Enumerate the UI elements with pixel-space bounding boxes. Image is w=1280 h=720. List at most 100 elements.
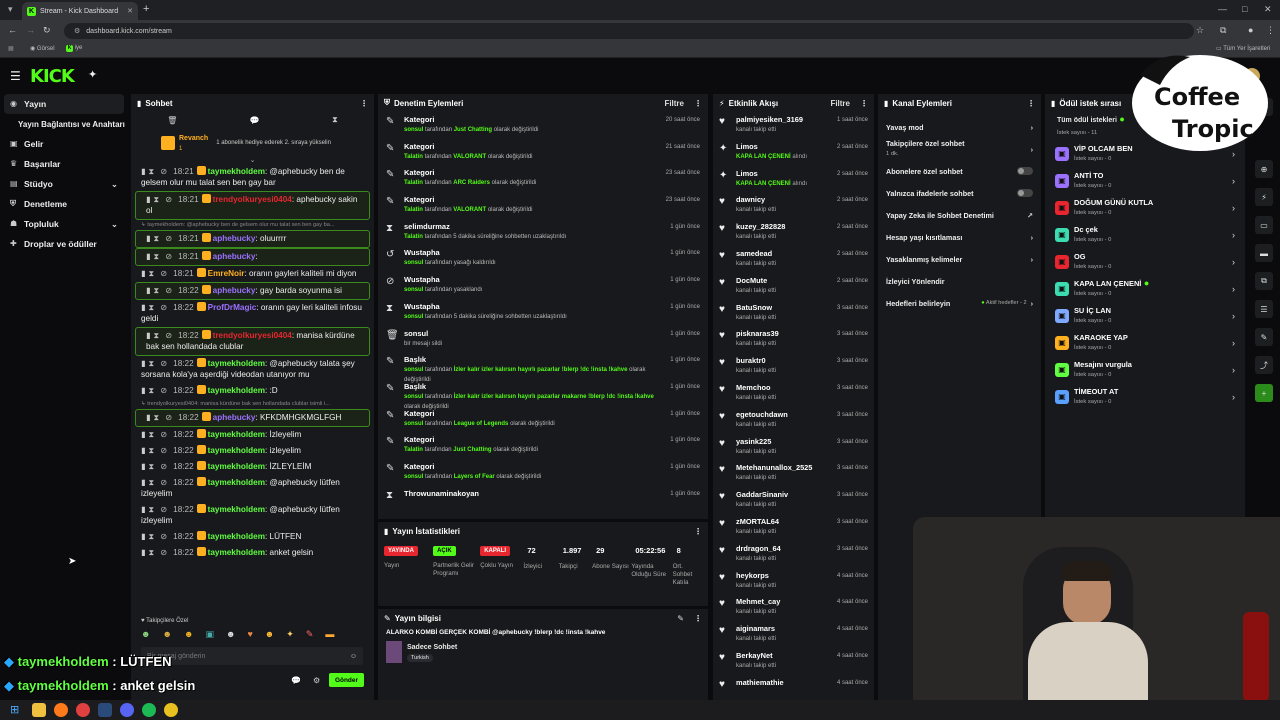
sidebar-item-studyo[interactable]: ▤ Stüdyo ⌄: [0, 174, 128, 194]
reply-preview[interactable]: ↳ taymekholdem: @aphebucky ben de gelsem…: [131, 220, 374, 230]
chat-input[interactable]: Bir mesaj gönderin ☺: [141, 647, 363, 665]
reply-preview[interactable]: ↳ trendyolkuryesi0404: manisa kürdüne ba…: [131, 399, 374, 409]
tab-menu-icon[interactable]: ▾: [8, 4, 13, 15]
more-options-icon[interactable]: ⋮: [694, 527, 702, 536]
chat-username[interactable]: ProfDrMagic: [208, 303, 257, 312]
extensions-icon[interactable]: ⧉: [1220, 25, 1226, 36]
trash-icon[interactable]: 🗑: [167, 116, 177, 125]
reward-item[interactable]: ▣ Dc çek İstek sayısı - 0 ›: [1045, 221, 1245, 248]
reward-item[interactable]: ▣ KAPA LAN ÇENENİ ● İstek sayısı - 0 ›: [1045, 275, 1245, 302]
channel-action-item[interactable]: Abonelere özel sohbet: [878, 160, 1041, 182]
chat-username[interactable]: taymekholdem: [208, 386, 265, 395]
chat-message[interactable]: ▮ ⧗ ⊘ 18:21 aphebucky: oluurrrr: [135, 230, 370, 248]
filter-button[interactable]: Filtre: [664, 99, 684, 108]
chat-message[interactable]: ▮ ⧗ ⊘ 18:22 aphebucky: KFKDMHGKMGLFGH: [135, 409, 370, 427]
link-icon[interactable]: ⧉: [1255, 272, 1273, 290]
chat-username[interactable]: taymekholdem: [208, 478, 265, 487]
channel-action-item[interactable]: Yalnızca ifadelerle sohbet: [878, 182, 1041, 204]
sidebar-item-stream-key[interactable]: Yayın Bağlantısı ve Anahtarı: [0, 114, 128, 134]
profile-icon[interactable]: ●: [1248, 25, 1253, 35]
close-window-icon[interactable]: ✕: [1264, 4, 1272, 15]
more-options-icon[interactable]: ⋮: [694, 99, 702, 108]
more-options-icon[interactable]: ⋮: [694, 614, 702, 623]
chat-username[interactable]: aphebucky: [213, 252, 256, 261]
url-field[interactable]: ⚙ dashboard.kick.com/stream: [64, 23, 1194, 39]
chat-username[interactable]: taymekholdem: [208, 505, 265, 514]
windows-start-icon[interactable]: ⊞: [10, 703, 24, 717]
chat-message[interactable]: ▮ ⧗ ⊘ 18:22 taymekholdem: :D: [131, 383, 374, 399]
edit-icon[interactable]: ✎: [677, 614, 684, 623]
chat-message[interactable]: ▮ ⧗ ⊘ 18:22 trendyolkuryesi0404: manisa kürd…: [135, 327, 370, 356]
chat-message[interactable]: ▮ ⧗ ⊘ 18:22 taymekholdem: İzleyelim: [131, 427, 374, 443]
chat-username[interactable]: taymekholdem: [208, 532, 265, 541]
kick-logo[interactable]: KICK: [30, 66, 75, 87]
sidebar-item-gelir[interactable]: ▣ Gelir: [0, 134, 128, 154]
crosshair-icon[interactable]: ⊕: [1255, 160, 1273, 178]
sidebar-item-denetleme[interactable]: ⛨ Denetleme: [0, 194, 128, 214]
channel-action-item[interactable]: Yasaklanmış kelimeler ›: [878, 248, 1041, 270]
chat-username[interactable]: taymekholdem: [208, 446, 265, 455]
reward-item[interactable]: ▣ DOĞUM GÜNÜ KUTLA İstek sayısı - 0 ›: [1045, 194, 1245, 221]
hamburger-menu-icon[interactable]: ☰: [10, 69, 21, 83]
wrench-icon[interactable]: ✎: [1255, 328, 1273, 346]
spotify-icon[interactable]: [142, 703, 156, 717]
chat-message[interactable]: ▮ ⧗ ⊘ 18:21 aphebucky:: [135, 248, 370, 266]
reward-item[interactable]: ▣ OG İstek sayısı - 0 ›: [1045, 248, 1245, 275]
more-options-icon[interactable]: ⋮: [360, 99, 368, 108]
chat-message[interactable]: ▮ ⧗ ⊘ 18:22 taymekholdem: @aphebucky lütfen …: [131, 502, 374, 529]
browser-menu-icon[interactable]: ⋮: [1266, 25, 1275, 36]
chat-username[interactable]: EmreNoir: [208, 269, 245, 278]
chat-username[interactable]: taymekholdem: [208, 462, 265, 471]
toggle-switch[interactable]: [1017, 189, 1033, 197]
emoji-icon[interactable]: ☺: [350, 653, 357, 660]
channel-action-item[interactable]: Takipçilere özel sohbet 1 dk. ›: [878, 138, 1041, 160]
chat-username[interactable]: trendyolkuryesi0404: [213, 195, 292, 204]
more-options-icon[interactable]: ⋮: [1027, 99, 1035, 108]
chat-username[interactable]: aphebucky: [213, 286, 256, 295]
chat-message[interactable]: ▮ ⧗ ⊘ 18:22 taymekholdem: @aphebucky talata …: [131, 356, 374, 383]
maximize-icon[interactable]: □: [1242, 4, 1247, 14]
tools-icon[interactable]: ✦: [88, 68, 97, 81]
chat-username[interactable]: aphebucky: [213, 234, 256, 243]
steam-icon[interactable]: [98, 703, 112, 717]
chat-message[interactable]: ▮ ⧗ ⊘ 18:21 trendyolkuryesi0404: aphebucky s…: [135, 191, 370, 220]
channel-action-item[interactable]: İzleyici Yönlendir: [878, 270, 1041, 292]
chat-message[interactable]: ▮ ⧗ ⊘ 18:22 taymekholdem: anket gelsin: [131, 545, 374, 561]
reward-item[interactable]: ▣ Mesajını vurgula İstek sayısı - 0 ›: [1045, 356, 1245, 383]
file-explorer-icon[interactable]: [32, 703, 46, 717]
apps-icon[interactable]: ▦: [8, 45, 14, 52]
chat-message[interactable]: ▮ ⧗ ⊘ 18:21 EmreNoir: oranın gayleri kalitel…: [131, 266, 374, 282]
card-icon[interactable]: ▭: [1255, 216, 1273, 234]
toggle-switch[interactable]: [1017, 167, 1033, 175]
sidebar-item-yayin[interactable]: ◉ Yayın: [4, 94, 124, 114]
chat-message[interactable]: ▮ ⧗ ⊘ 18:21 taymekholdem: @aphebucky ben de …: [131, 164, 374, 191]
forward-icon[interactable]: →: [26, 25, 35, 35]
site-info-icon[interactable]: ⚙: [74, 27, 80, 35]
reward-item[interactable]: ▣ KARAOKE YAP İstek sayısı - 0 ›: [1045, 329, 1245, 356]
sidebar-item-topluluk[interactable]: ☗ Topluluk ⌄: [0, 214, 128, 234]
minimize-icon[interactable]: —: [1218, 4, 1227, 14]
chat-message[interactable]: ▮ ⧗ ⊘ 18:22 taymekholdem: LÜTFEN: [131, 529, 374, 545]
chat-username[interactable]: aphebucky: [213, 413, 256, 422]
chat-username[interactable]: taymekholdem: [208, 359, 265, 368]
app-icon[interactable]: [76, 703, 90, 717]
share-icon[interactable]: ⤴: [1255, 356, 1273, 374]
gear-icon[interactable]: ⚙: [313, 676, 320, 685]
chat-settings-icon[interactable]: 💬: [291, 676, 301, 685]
send-button[interactable]: Gönder: [329, 673, 364, 687]
chrome-icon[interactable]: [164, 703, 178, 717]
channel-action-item[interactable]: Yavaş mod ›: [878, 116, 1041, 138]
reward-item[interactable]: ▣ TİMEOUT AT İstek sayısı - 0 ›: [1045, 383, 1245, 410]
lightning-icon[interactable]: ⚡: [1255, 188, 1273, 206]
bookmark-kick[interactable]: K iye: [66, 45, 82, 52]
filter-button[interactable]: Filtre: [830, 99, 850, 108]
new-tab-icon[interactable]: +: [143, 3, 149, 15]
browser-tab[interactable]: K Stream - Kick Dashboard ✕: [22, 2, 138, 20]
chat-message[interactable]: ▮ ⧗ ⊘ 18:22 taymekholdem: İZLEYLEİM: [131, 459, 374, 475]
channel-action-item[interactable]: Yapay Zeka ile Sohbet Denetimi ↗: [878, 204, 1041, 226]
chat-username[interactable]: taymekholdem: [208, 430, 265, 439]
chat-message[interactable]: ▮ ⧗ ⊘ 18:22 taymekholdem: @aphebucky lütfen …: [131, 475, 374, 502]
chat-username[interactable]: trendyolkuryesi0404: [213, 331, 292, 340]
chat-username[interactable]: taymekholdem: [208, 548, 265, 557]
more-options-icon[interactable]: ⋮: [860, 99, 868, 108]
